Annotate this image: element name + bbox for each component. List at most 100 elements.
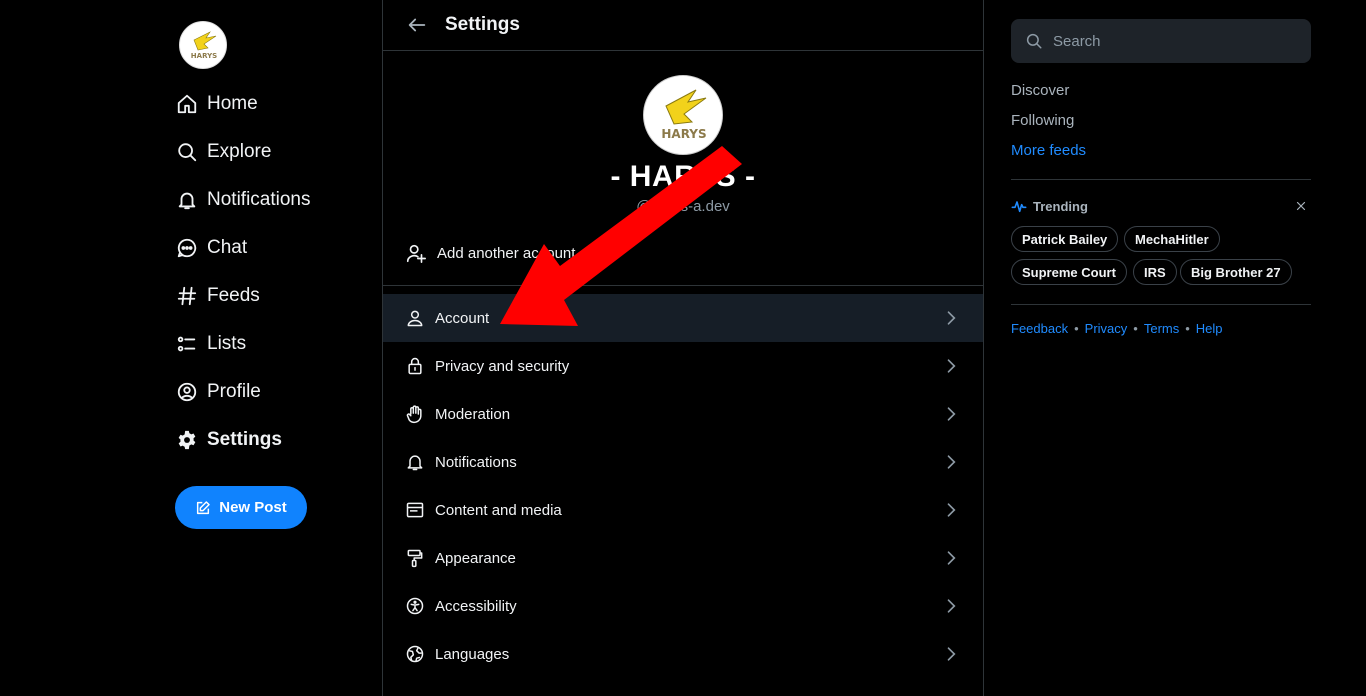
footer-link-feedback[interactable]: Feedback — [1011, 321, 1068, 336]
chevron-right-icon — [941, 596, 961, 616]
trending-header: Trending — [1011, 198, 1311, 214]
hand-icon — [405, 404, 425, 424]
nav-notifications[interactable]: Notifications — [175, 180, 311, 220]
chat-icon — [175, 236, 199, 260]
feed-link-discover[interactable]: Discover — [1011, 82, 1069, 99]
chevron-right-icon — [941, 404, 961, 424]
bell-icon — [175, 188, 199, 212]
footer-link-privacy[interactable]: Privacy — [1085, 321, 1128, 336]
settings-item-label: Accessibility — [435, 597, 517, 615]
settings-item-label: Account — [435, 309, 490, 327]
settings-item-content-media[interactable]: Content and media — [383, 486, 983, 534]
trending-pulse-icon — [1011, 198, 1027, 214]
profile-avatar[interactable]: HARYS — [643, 75, 723, 155]
display-name: - HARYS - — [610, 160, 756, 193]
settings-item-languages[interactable]: Languages — [383, 630, 983, 678]
left-sidebar: HARYS Home Explore Notifications Chat Fe… — [175, 0, 375, 696]
nav-chat[interactable]: Chat — [175, 228, 247, 268]
feed-link-following[interactable]: Following — [1011, 112, 1074, 129]
search-input[interactable] — [1053, 32, 1293, 50]
user-circle-icon — [175, 380, 199, 404]
divider — [1011, 179, 1311, 180]
trending-chip[interactable]: MechaHitler — [1124, 226, 1220, 252]
footer-link-terms[interactable]: Terms — [1144, 321, 1179, 336]
separator-dot: • — [1074, 321, 1079, 336]
search-icon — [175, 140, 199, 164]
nav-feeds-label: Feeds — [207, 285, 260, 306]
add-account-label: Add another account — [437, 244, 576, 262]
settings-panel: Settings HARYS - HARYS - @harys-a.dev Ad… — [382, 0, 984, 696]
globe-icon — [405, 644, 425, 664]
add-account-button[interactable]: Add another account — [383, 230, 983, 276]
new-post-button[interactable]: New Post — [175, 486, 307, 529]
settings-item-account[interactable]: Account — [383, 294, 983, 342]
close-icon[interactable] — [1295, 200, 1307, 212]
footer-link-help[interactable]: Help — [1196, 321, 1223, 336]
list-icon — [175, 332, 199, 356]
nav-home-label: Home — [207, 93, 258, 114]
user-avatar-logo[interactable]: HARYS — [179, 21, 227, 69]
bell-icon — [405, 452, 425, 472]
home-icon — [175, 92, 199, 116]
settings-item-label: Content and media — [435, 501, 562, 519]
user-icon — [405, 308, 425, 328]
gear-icon — [175, 428, 199, 452]
avatar-text: HARYS — [661, 127, 706, 141]
add-user-icon — [405, 242, 427, 264]
nav-chat-label: Chat — [207, 237, 248, 258]
nav-lists[interactable]: Lists — [175, 324, 246, 364]
nav-profile[interactable]: Profile — [175, 372, 261, 412]
settings-item-label: Moderation — [435, 405, 511, 423]
lock-icon — [405, 356, 425, 376]
footer-links: Feedback • Privacy • Terms • Help — [1011, 321, 1223, 336]
divider — [1011, 304, 1311, 305]
page-title: Settings — [445, 14, 520, 35]
settings-item-privacy[interactable]: Privacy and security — [383, 342, 983, 390]
hash-icon — [175, 284, 199, 308]
search-icon — [1025, 32, 1043, 50]
trending-title: Trending — [1033, 198, 1088, 214]
logo-text: HARYS — [191, 52, 217, 60]
feed-link-more-feeds[interactable]: More feeds — [1011, 142, 1086, 159]
settings-item-label: Notifications — [435, 453, 517, 471]
nav-notifications-label: Notifications — [207, 189, 311, 210]
nav-explore-label: Explore — [207, 141, 272, 162]
nav-home[interactable]: Home — [175, 84, 258, 124]
back-arrow-icon[interactable] — [405, 13, 429, 37]
settings-item-notifications[interactable]: Notifications — [383, 438, 983, 486]
separator-dot: • — [1185, 321, 1190, 336]
paint-roller-icon — [405, 548, 425, 568]
settings-header: Settings — [383, 0, 983, 51]
search-box[interactable] — [1011, 19, 1311, 63]
trending-chip[interactable]: Big Brother 27 — [1180, 259, 1292, 285]
accessibility-icon — [405, 596, 425, 616]
nav-profile-label: Profile — [207, 381, 261, 402]
settings-item-label: Appearance — [435, 549, 516, 567]
settings-item-label: Languages — [435, 645, 510, 663]
new-post-label: New Post — [219, 499, 287, 516]
chevron-right-icon — [941, 308, 961, 328]
profile-handle: @harys-a.dev — [636, 198, 730, 215]
chevron-right-icon — [941, 500, 961, 520]
chevron-right-icon — [941, 452, 961, 472]
nav-explore[interactable]: Explore — [175, 132, 271, 172]
right-sidebar: Discover Following More feeds Trending P… — [1011, 0, 1311, 696]
chevron-right-icon — [941, 356, 961, 376]
divider — [383, 285, 983, 286]
settings-item-appearance[interactable]: Appearance — [383, 534, 983, 582]
trending-chip[interactable]: Supreme Court — [1011, 259, 1127, 285]
window-icon — [405, 500, 425, 520]
nav-lists-label: Lists — [207, 333, 247, 354]
chevron-right-icon — [941, 548, 961, 568]
trending-chip[interactable]: Patrick Bailey — [1011, 226, 1119, 252]
trending-chip[interactable]: IRS — [1133, 259, 1177, 285]
nav-settings-label: Settings — [207, 429, 282, 450]
nav-feeds[interactable]: Feeds — [175, 276, 260, 316]
nav-settings[interactable]: Settings — [175, 420, 282, 460]
settings-item-accessibility[interactable]: Accessibility — [383, 582, 983, 630]
settings-item-moderation[interactable]: Moderation — [383, 390, 983, 438]
edit-icon — [195, 500, 211, 516]
separator-dot: • — [1133, 321, 1138, 336]
settings-item-label: Privacy and security — [435, 357, 570, 375]
chevron-right-icon — [941, 644, 961, 664]
